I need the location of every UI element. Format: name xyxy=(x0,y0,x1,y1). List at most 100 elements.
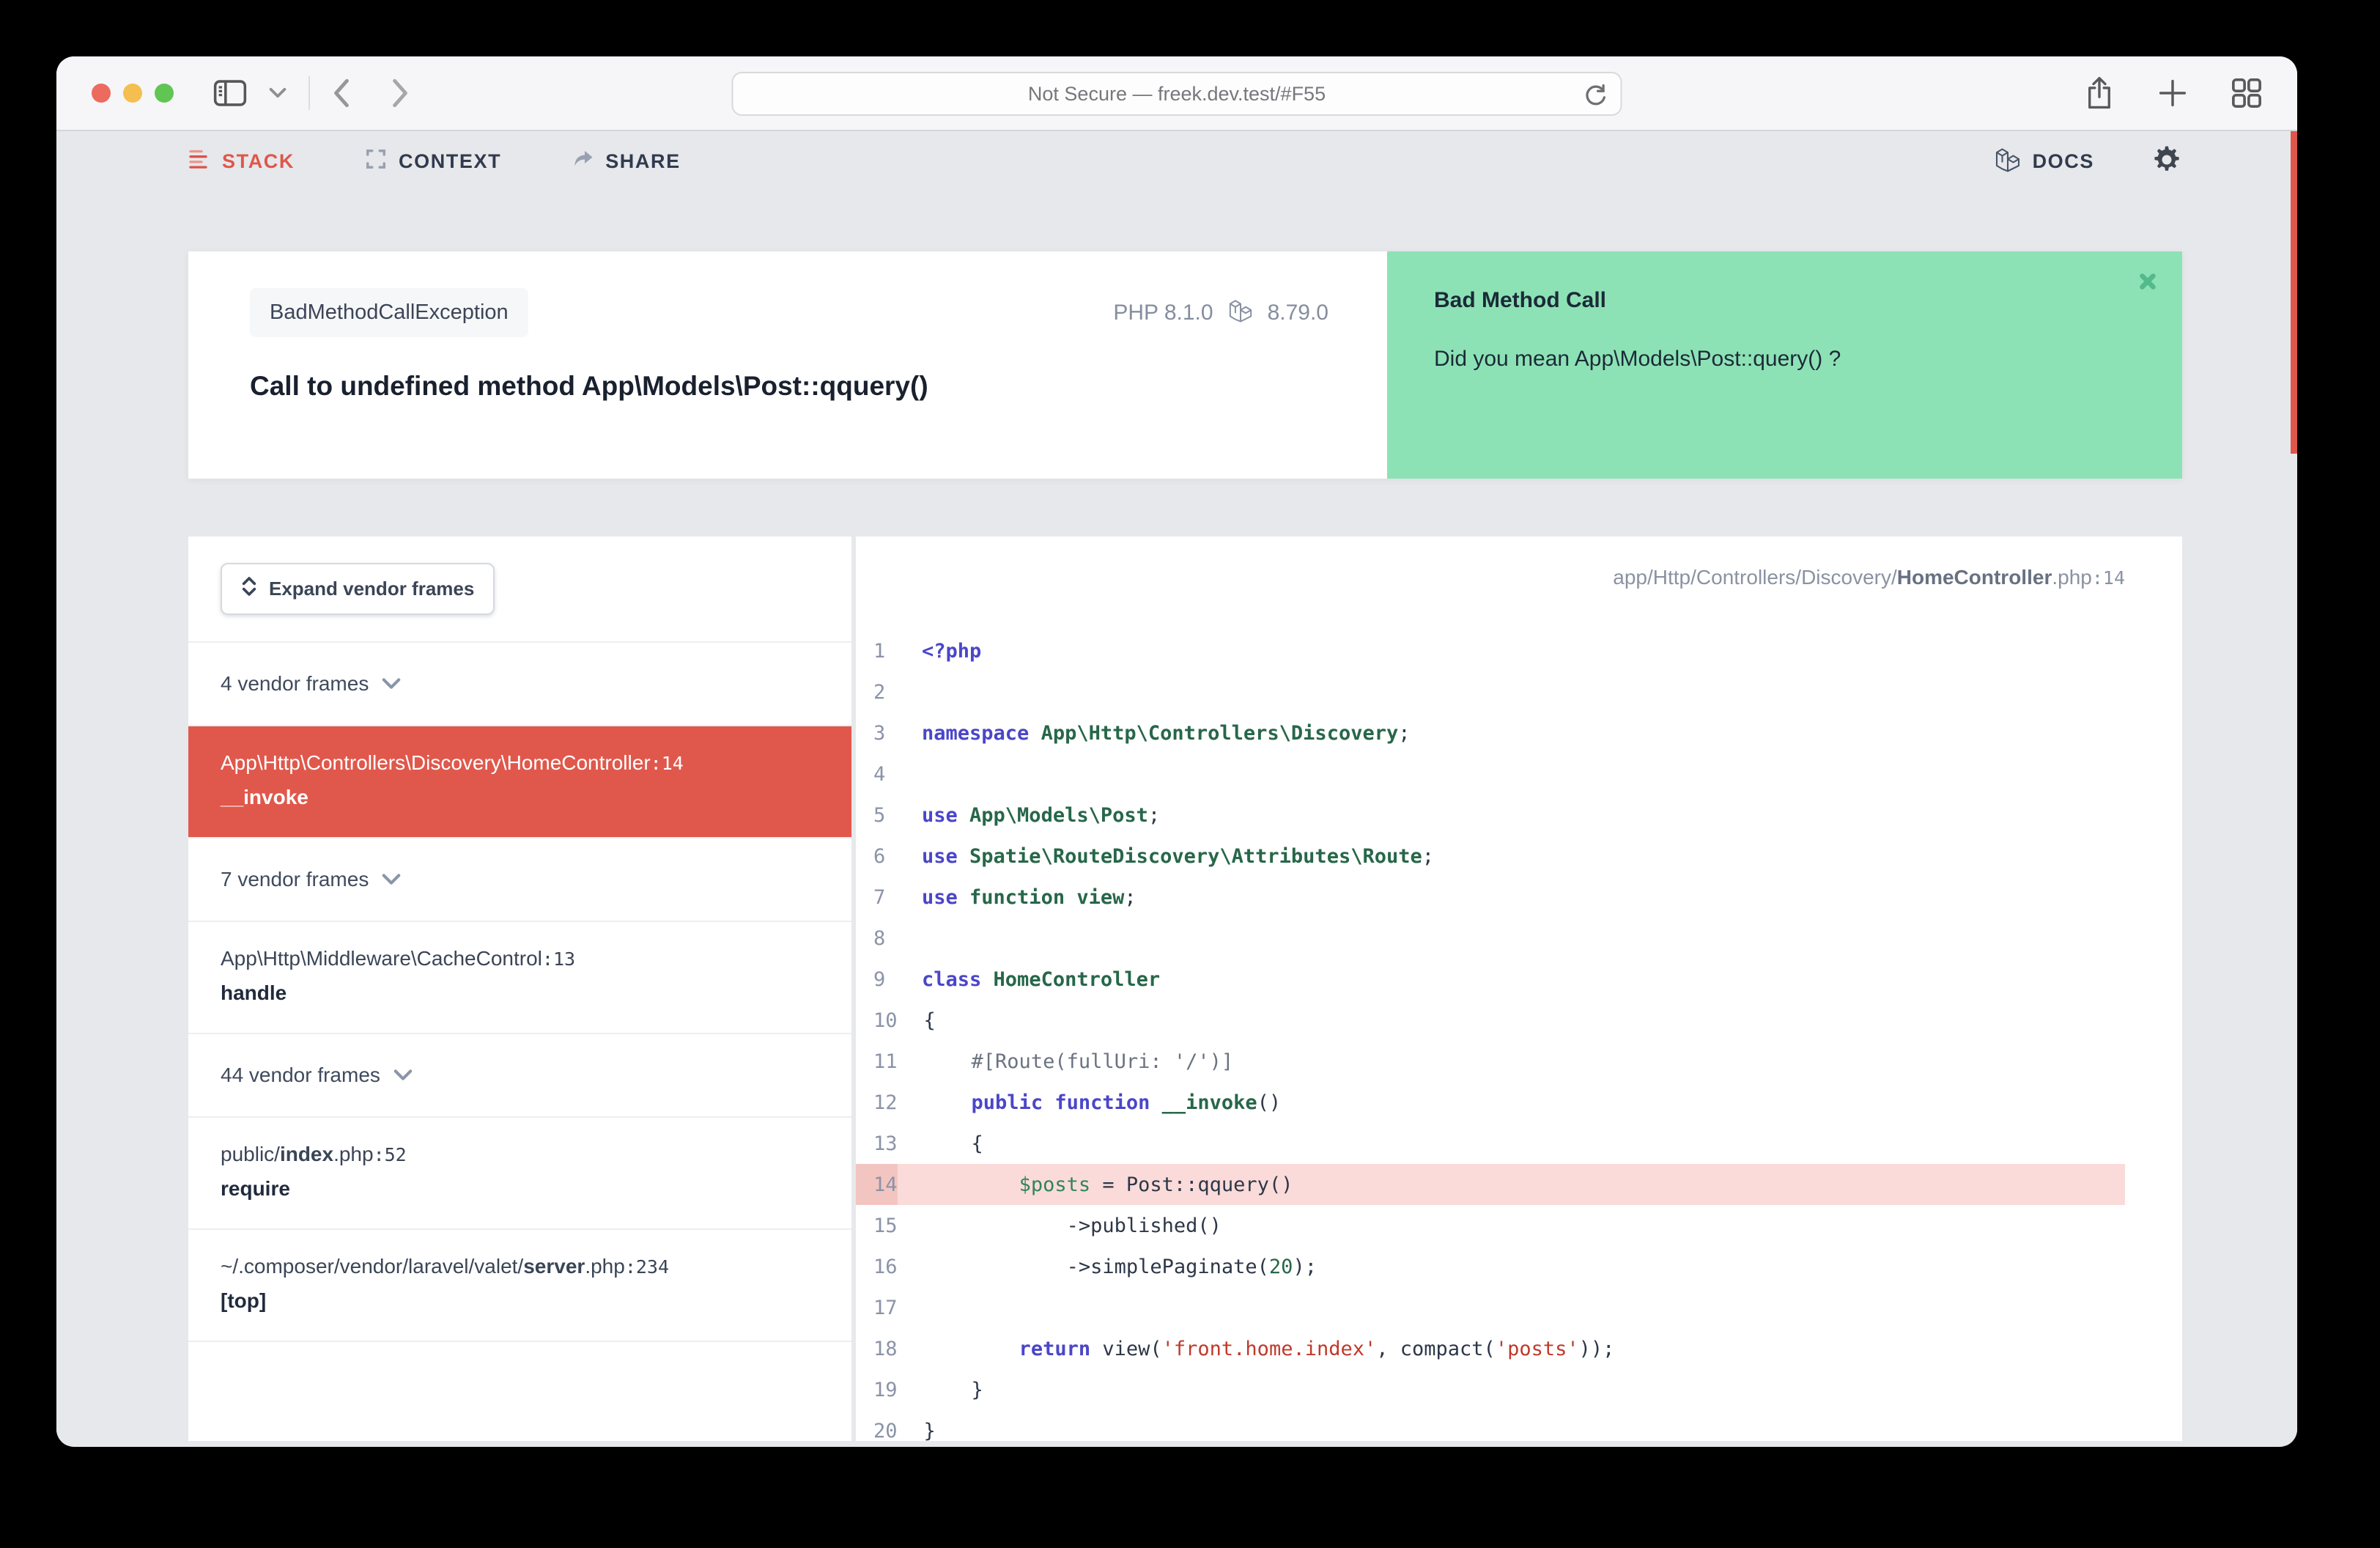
toolbar-right-controls xyxy=(2085,76,2262,110)
code-line: 1 <?php xyxy=(856,630,2125,671)
error-summary: BadMethodCallException PHP 8.1.0 8.79.0 … xyxy=(188,251,1387,479)
line-source: <?php xyxy=(922,639,982,663)
line-source: return view('front.home.index', compact(… xyxy=(923,1337,1615,1360)
line-number: 16 xyxy=(873,1255,898,1278)
tab-share[interactable]: SHARE xyxy=(572,148,681,175)
vendor-frames-toggle[interactable]: 4 vendor frames xyxy=(188,643,851,726)
tab-context-label: CONTEXT xyxy=(399,150,502,172)
vendor-frames-toggle[interactable]: 44 vendor frames xyxy=(188,1034,851,1118)
chevron-down-icon xyxy=(382,672,401,696)
code-line: 8 xyxy=(856,918,2125,959)
solution-title: Bad Method Call xyxy=(1434,288,1607,312)
code-line-highlighted: 14 $posts = Post::qquery() xyxy=(856,1164,2125,1205)
docs-label: DOCS xyxy=(2032,150,2094,172)
code-lines: 1 <?php 2 3 namespace App\Http\Controllers\D… xyxy=(856,630,2125,1441)
line-source xyxy=(895,918,922,959)
page-content: BadMethodCallException PHP 8.1.0 8.79.0 … xyxy=(188,251,2182,1441)
code-line: 3 namespace App\Http\Controllers\Discover… xyxy=(856,712,2125,753)
zoom-window-button[interactable] xyxy=(155,84,174,103)
code-line: 17 xyxy=(856,1287,2125,1328)
line-source: $posts = Post::qquery() xyxy=(1019,1173,1293,1196)
chevron-down-icon[interactable] xyxy=(269,87,287,99)
stack-trace-panel: Expand vendor frames 4 vendor frames App\… xyxy=(188,537,851,1441)
stack-frame[interactable]: App\Http\Middleware\CacheControl:13 handl… xyxy=(188,922,851,1034)
code-line: 20} xyxy=(856,1410,2125,1442)
code-line: 16 ->simplePaginate(20); xyxy=(856,1246,2125,1287)
tab-overview-icon[interactable] xyxy=(2231,78,2262,108)
stack-frame-list: 4 vendor frames App\Http\Controllers\Disc… xyxy=(188,643,851,1342)
address-bar[interactable]: Not Secure — freek.dev.test/#F55 xyxy=(731,72,1622,116)
stack-frame[interactable]: public/index.php:52 require xyxy=(188,1118,851,1230)
frame-path: public/index.php:52 xyxy=(221,1143,407,1165)
close-window-button[interactable] xyxy=(92,84,111,103)
browser-toolbar: Not Secure — freek.dev.test/#F55 xyxy=(56,56,2297,131)
tab-stack-label: STACK xyxy=(222,150,295,172)
code-line: 12 public function __invoke() xyxy=(856,1082,2125,1123)
stack-frame-active[interactable]: App\Http\Controllers\Discovery\HomeContr… xyxy=(188,726,851,838)
page-scrollbar[interactable] xyxy=(2291,131,2297,454)
line-number: 13 xyxy=(873,1132,898,1155)
code-line: 18 return view('front.home.index', compa… xyxy=(856,1328,2125,1369)
line-source: { xyxy=(923,1009,936,1032)
laravel-version-icon xyxy=(1228,298,1253,328)
solution-panel: Bad Method Call Did you mean App\Models\… xyxy=(1387,251,2182,479)
laravel-version: 8.79.0 xyxy=(1267,300,1328,325)
line-source: class HomeController xyxy=(922,968,1161,991)
line-number: 19 xyxy=(873,1378,898,1401)
tab-context[interactable]: CONTEXT xyxy=(365,148,501,175)
error-message: Call to undefined method App\Models\Post… xyxy=(250,371,928,401)
code-file-path: app/Http/Controllers/Discovery/HomeContr… xyxy=(1613,566,2125,589)
expand-vendor-frames-row: Expand vendor frames xyxy=(188,537,851,643)
stack-and-code: Expand vendor frames 4 vendor frames App\… xyxy=(188,537,2182,1441)
line-number: 4 xyxy=(873,762,886,786)
line-number: 5 xyxy=(873,803,886,827)
docs-link[interactable]: DOCS xyxy=(1995,146,2094,177)
code-line: 6 use Spatie\RouteDiscovery\Attributes\Ro… xyxy=(856,836,2125,877)
line-number: 14 xyxy=(856,1164,898,1205)
share-icon[interactable] xyxy=(2085,76,2114,110)
line-number: 3 xyxy=(873,721,886,745)
line-number: 18 xyxy=(873,1337,898,1360)
code-line: 13 { xyxy=(856,1123,2125,1164)
line-number: 15 xyxy=(873,1214,898,1237)
code-line: 9 class HomeController xyxy=(856,959,2125,1000)
line-source: { xyxy=(923,1132,983,1155)
new-tab-icon[interactable] xyxy=(2158,78,2187,108)
app-navbar: STACK CONTEXT SHARE DOCS xyxy=(56,131,2297,191)
browser-window: Not Secure — freek.dev.test/#F55 STACK C… xyxy=(56,56,2297,1447)
frame-path: ~/.composer/vendor/laravel/valet/server.… xyxy=(221,1255,670,1278)
line-source: use Spatie\RouteDiscovery\Attributes\Rou… xyxy=(922,844,1435,868)
line-number: 2 xyxy=(873,680,886,704)
toolbar-divider xyxy=(308,76,310,110)
back-icon[interactable] xyxy=(332,78,351,108)
line-source xyxy=(895,753,922,795)
line-source xyxy=(898,1287,924,1328)
line-source: public function __invoke() xyxy=(923,1091,1282,1114)
code-line: 15 ->published() xyxy=(856,1205,2125,1246)
code-line: 2 xyxy=(856,671,2125,712)
code-panel: app/Http/Controllers/Discovery/HomeContr… xyxy=(856,537,2182,1441)
line-source: ->simplePaginate(20); xyxy=(923,1255,1317,1278)
tab-share-label: SHARE xyxy=(605,150,681,172)
close-icon[interactable] xyxy=(2137,270,2159,295)
expand-vendor-frames-button[interactable]: Expand vendor frames xyxy=(221,563,495,615)
line-source: ->published() xyxy=(923,1214,1222,1237)
tab-stack[interactable]: STACK xyxy=(188,148,295,175)
line-source xyxy=(895,671,922,712)
traffic-lights xyxy=(92,84,174,103)
ignition-app: STACK CONTEXT SHARE DOCS BadMethodCallEx… xyxy=(56,131,2297,1445)
stack-frame[interactable]: ~/.composer/vendor/laravel/valet/server.… xyxy=(188,1230,851,1342)
gear-icon[interactable] xyxy=(2151,144,2182,179)
vendor-frames-toggle[interactable]: 7 vendor frames xyxy=(188,838,851,922)
toolbar-left-controls xyxy=(213,76,410,110)
line-source: use App\Models\Post; xyxy=(922,803,1161,827)
minimize-window-button[interactable] xyxy=(123,84,142,103)
line-number: 17 xyxy=(873,1296,898,1319)
php-version: PHP 8.1.0 xyxy=(1113,300,1213,325)
line-number: 6 xyxy=(873,844,886,868)
line-source: namespace App\Http\Controllers\Discovery… xyxy=(922,721,1411,745)
sidebar-toggle-icon[interactable] xyxy=(213,79,247,107)
frame-method: [top] xyxy=(221,1289,267,1312)
forward-icon[interactable] xyxy=(391,78,410,108)
reload-icon[interactable] xyxy=(1583,82,1609,112)
